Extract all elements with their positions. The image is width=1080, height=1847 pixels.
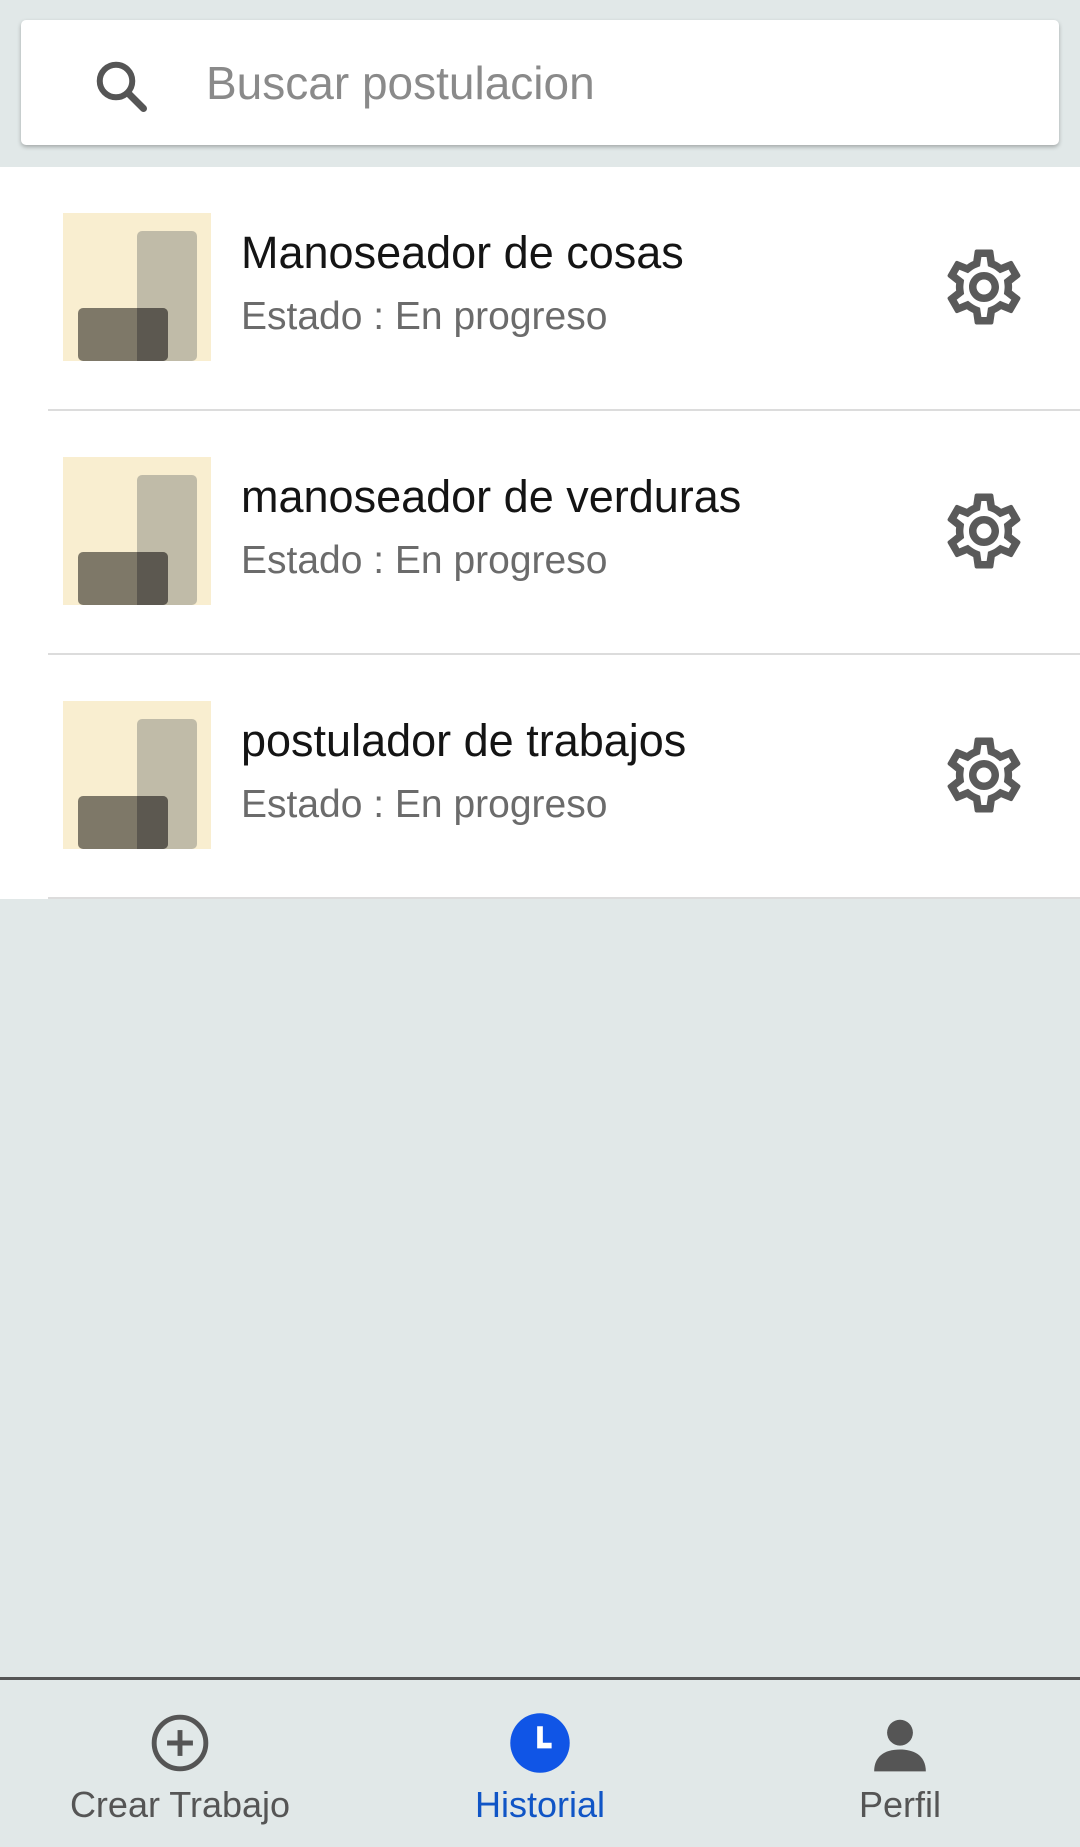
job-status: Estado : En progreso — [241, 539, 608, 582]
nav-label: Historial — [474, 1784, 606, 1825]
search-icon — [96, 61, 147, 112]
add-circle-icon — [151, 1714, 209, 1772]
job-status: Estado : En progreso — [241, 783, 608, 826]
list-item[interactable]: manoseador de verduras Estado : En progr… — [48, 411, 1080, 655]
search-input[interactable] — [206, 50, 1026, 116]
job-thumbnail-image — [63, 213, 211, 361]
nav-item-perfil[interactable]: Perfil — [720, 1680, 1080, 1847]
gear-icon — [947, 493, 1021, 569]
nav-item-crear-trabajo[interactable]: Crear Trabajo — [0, 1680, 360, 1847]
bottom-navigation: Crear Trabajo Historial Perfil — [0, 1677, 1080, 1847]
job-thumbnail-image — [63, 457, 211, 605]
person-icon — [874, 1719, 926, 1772]
job-thumbnail-image — [63, 701, 211, 849]
settings-button[interactable] — [939, 486, 1029, 576]
search-bar-container — [0, 0, 1080, 167]
list-item[interactable]: postulador de trabajos Estado : En progr… — [48, 655, 1080, 899]
job-status: Estado : En progreso — [241, 295, 608, 338]
gear-icon — [947, 737, 1021, 813]
nav-item-historial[interactable]: Historial — [360, 1680, 720, 1847]
search-box[interactable] — [21, 20, 1059, 145]
job-title: Manoseador de cosas — [241, 227, 684, 278]
settings-button[interactable] — [939, 242, 1029, 332]
job-title: postulador de trabajos — [241, 715, 687, 766]
settings-button[interactable] — [939, 730, 1029, 820]
nav-label: Crear Trabajo — [69, 1784, 291, 1825]
nav-label: Perfil — [858, 1784, 942, 1825]
gear-icon — [947, 249, 1021, 325]
clock-icon — [510, 1713, 570, 1773]
application-list: Manoseador de cosas Estado : En progreso… — [0, 167, 1080, 899]
list-item[interactable]: Manoseador de cosas Estado : En progreso — [48, 167, 1080, 411]
job-title: manoseador de verduras — [241, 471, 742, 522]
